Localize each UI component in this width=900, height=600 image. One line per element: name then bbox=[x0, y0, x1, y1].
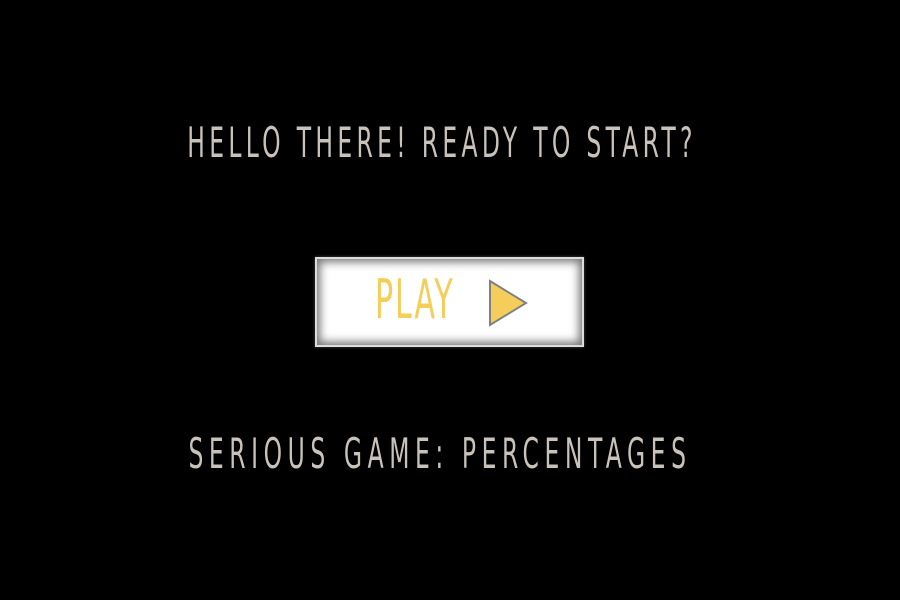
play-button[interactable]: PLAY bbox=[315, 257, 584, 347]
play-label: PLAY bbox=[375, 268, 455, 331]
game-title: SERIOUS GAME: PERCENTAGES bbox=[188, 429, 692, 478]
play-triangle-shape bbox=[489, 279, 528, 327]
headline: HELLO THERE! READY TO START? bbox=[187, 118, 697, 167]
play-triangle-icon bbox=[489, 279, 528, 327]
start-screen: HELLO THERE! READY TO START? PLAY SERIOU… bbox=[0, 0, 900, 600]
